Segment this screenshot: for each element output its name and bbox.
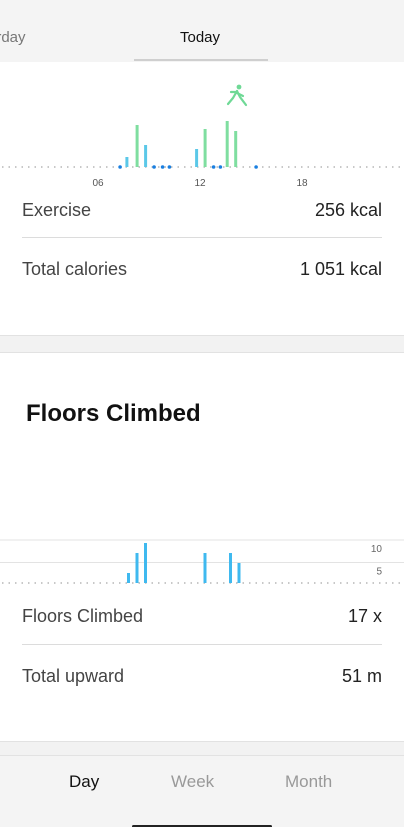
floors-bar [144,543,147,583]
floors-bar [237,563,241,583]
tab-week[interactable]: Week [171,772,214,792]
period-tabs: Day Week Month [0,755,404,827]
calorie-bar [203,129,207,167]
tab-underline [134,59,268,61]
calorie-bar [144,145,148,167]
divider [22,644,382,645]
walking-person-icon [226,84,248,107]
floors-bar [135,553,139,583]
activity-dot [167,165,172,169]
calorie-bar [135,125,139,167]
floors-climbed-value: 17 x [347,606,382,626]
activity-dot [152,165,156,169]
activity-dot [254,165,258,169]
activity-dot [218,165,223,169]
calorie-bar [195,149,199,167]
floors-climbed-row: Floors Climbed 17 x [22,606,382,627]
floors-bar [127,573,130,583]
floors-bar [229,553,232,583]
calorie-bar [234,131,238,167]
total-upward-value: 51 m [341,666,382,686]
total-upward-label: Total upward [22,666,125,686]
total-calories-label: Total calories [22,259,128,279]
floors-title: Floors Climbed [26,400,201,427]
total-calories-value: 1 051 kcal [299,259,382,279]
total-calories-row: Total calories 1 051 kcal [22,259,382,280]
tab-month[interactable]: Month [285,772,332,792]
floors-climbed-label: Floors Climbed [22,606,144,626]
calorie-bar [125,157,129,167]
activity-dot [160,165,165,169]
calorie-bar [225,121,229,167]
activity-dot [118,165,122,169]
exercise-label: Exercise [22,200,92,220]
floors-bar [203,553,207,583]
tab-day[interactable]: Day [69,772,99,792]
tab-yesterday[interactable]: erday [0,29,26,46]
exercise-row: Exercise 256 kcal [22,200,382,221]
calories-bar-chart: 06 12 18 [2,84,402,189]
tab-today[interactable]: Today [180,29,220,46]
floors-bar-chart: 10 5 [0,539,404,584]
x-tick-label: 12 [194,178,206,189]
divider [22,237,382,238]
date-tabs: erday Today [0,0,404,62]
y-tick-label: 10 [371,544,383,555]
y-tick-label: 5 [376,567,382,578]
x-tick-label: 06 [92,178,104,189]
activity-dot [211,165,216,169]
exercise-value: 256 kcal [314,200,382,220]
x-tick-label: 18 [296,178,308,189]
total-upward-row: Total upward 51 m [22,666,382,687]
